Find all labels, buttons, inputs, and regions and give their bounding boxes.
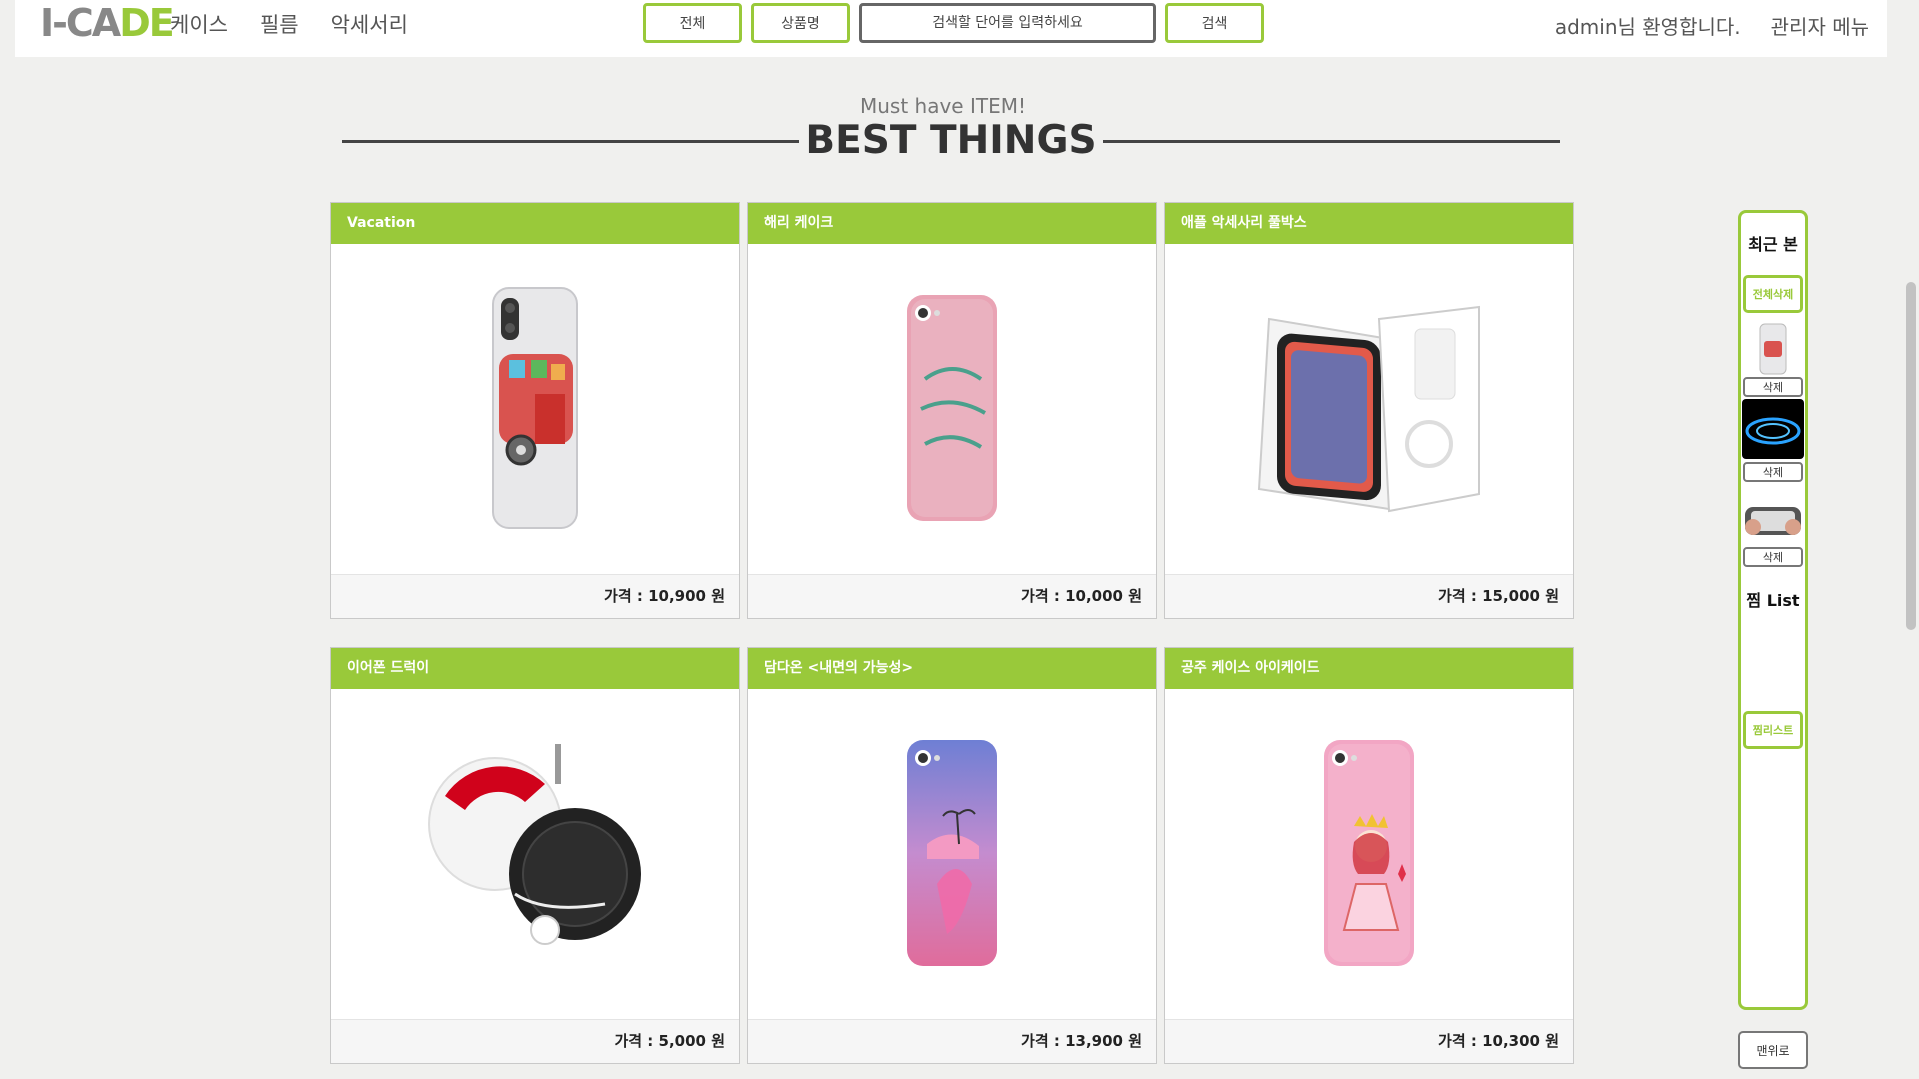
product-card[interactable]: Vacation 가격 : 10,900 원	[330, 202, 740, 619]
recent-item-thumbnail[interactable]	[1742, 399, 1804, 459]
product-price: 가격 : 10,900 원	[331, 574, 739, 618]
nav-accessory[interactable]: 악세서리	[331, 10, 408, 40]
logo-part-3: DE	[119, 1, 174, 45]
product-price: 가격 : 5,000 원	[331, 1019, 739, 1063]
product-name[interactable]: 담다온 <내면의 가능성>	[748, 648, 1156, 689]
recent-view-sidebar: 최근 본 전체삭제 삭제 삭제 삭제 찜 List 찜리스트	[1738, 210, 1808, 1010]
wish-list-title: 찜 List	[1746, 591, 1800, 610]
nav-case[interactable]: 케이스	[170, 10, 228, 40]
section-title-text: BEST THINGS	[799, 118, 1103, 163]
logo-part-1: I-	[40, 1, 68, 45]
logo-part-2: CA	[65, 1, 121, 45]
recent-item-thumbnail[interactable]	[1742, 319, 1804, 379]
product-price: 가격 : 15,000 원	[1165, 574, 1573, 618]
delete-button[interactable]: 삭제	[1743, 462, 1803, 482]
user-nav: admin님 환영합니다. 관리자 메뉴	[1555, 12, 1869, 42]
product-name[interactable]: 애플 악세사리 풀박스	[1165, 203, 1573, 244]
product-name[interactable]: 해리 케이크	[748, 203, 1156, 244]
product-price: 가격 : 10,000 원	[748, 574, 1156, 618]
delete-all-button[interactable]: 전체삭제	[1743, 275, 1803, 313]
product-price: 가격 : 13,900 원	[748, 1019, 1156, 1063]
phone-case-vacation-image[interactable]	[331, 244, 739, 574]
search-filter-name-button[interactable]: 상품명	[751, 3, 850, 43]
scroll-top-button[interactable]: 맨위로	[1738, 1031, 1808, 1069]
product-card[interactable]: 애플 악세사리 풀박스 가격 : 15,000 원	[1164, 202, 1574, 619]
wishlist-button[interactable]: 찜리스트	[1743, 711, 1803, 749]
site-logo[interactable]: I- CA DE	[40, 1, 175, 45]
product-card[interactable]: 이어폰 드럭이 가격 : 5,000 원	[330, 647, 740, 1064]
phone-case-island-image[interactable]	[748, 689, 1156, 1019]
search-input[interactable]	[859, 3, 1156, 43]
product-card[interactable]: 담다온 <내면의 가능성> 가격 : 13,900 원	[747, 647, 1157, 1064]
recent-item-thumbnail[interactable]	[1742, 493, 1804, 553]
section-title: BEST THINGS	[342, 118, 1560, 163]
scrollbar-thumb[interactable]	[1906, 282, 1916, 630]
section-subtitle: Must have ITEM!	[859, 94, 1026, 118]
section-title-wrap: BEST THINGS	[342, 118, 1560, 163]
admin-menu-link[interactable]: 관리자 메뉴	[1771, 12, 1869, 42]
product-name[interactable]: 이어폰 드럭이	[331, 648, 739, 689]
phone-case-princess-image[interactable]	[1165, 689, 1573, 1019]
welcome-text: admin님 환영합니다.	[1554, 15, 1741, 39]
iphone-full-box-image[interactable]	[1165, 244, 1573, 574]
delete-button[interactable]: 삭제	[1743, 377, 1803, 397]
search-filter-all-button[interactable]: 전체	[643, 3, 742, 43]
product-card[interactable]: 해리 케이크 가격 : 10,000 원	[747, 202, 1157, 619]
product-name[interactable]: 공주 케이스 아이케이드	[1165, 648, 1573, 689]
nav-film[interactable]: 필름	[260, 10, 299, 40]
earphone-winder-image[interactable]	[331, 689, 739, 1019]
main-nav: 케이스 필름 악세서리	[170, 10, 408, 40]
recent-view-title: 최근 본	[1748, 235, 1798, 254]
product-name[interactable]: Vacation	[331, 203, 739, 244]
search-button[interactable]: 검색	[1165, 3, 1264, 43]
product-card[interactable]: 공주 케이스 아이케이드 가격 : 10,300 원	[1164, 647, 1574, 1064]
phone-case-harry-image[interactable]	[748, 244, 1156, 574]
product-price: 가격 : 10,300 원	[1165, 1019, 1573, 1063]
top-header: I- CA DE 케이스 필름 악세서리 전체 상품명 검색 admin님 환영…	[15, 0, 1887, 57]
search-bar: 전체 상품명 검색	[643, 3, 1264, 43]
product-grid: Vacation 가격 : 10,900 원 해리 케이크 가격: 10,00…	[330, 202, 1574, 1064]
delete-button[interactable]: 삭제	[1743, 547, 1803, 567]
